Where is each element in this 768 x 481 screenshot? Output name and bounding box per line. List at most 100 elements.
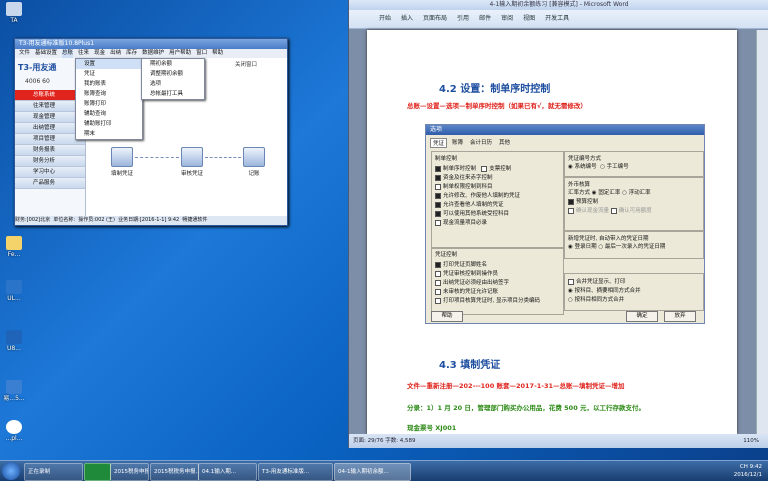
desktop-icon[interactable]: Fe... — [2, 236, 26, 258]
menu-window[interactable]: 窗口 — [196, 49, 207, 58]
checkbox: 允许查看他人填制的凭证 — [435, 200, 560, 208]
tab-voucher: 凭证 — [430, 138, 448, 148]
word-titlebar: 4-1输入期初余额练习 [兼容模式] - Microsoft Word — [349, 0, 768, 10]
section-heading: 4.2 设置：制单序时控制 — [439, 84, 551, 95]
checkbox: 制单权限控制到科目 — [435, 182, 560, 190]
menu-file[interactable]: 文件 — [19, 49, 30, 58]
menu-item-adjust-balance[interactable]: 调整期初余额 — [142, 69, 204, 79]
menu-contacts[interactable]: 往来 — [78, 49, 89, 58]
nav-reports[interactable]: 财务报表 — [15, 145, 85, 156]
taskbar-item[interactable]: 正在录制 — [24, 463, 83, 481]
desktop-icon[interactable]: ...pl... — [2, 420, 26, 442]
ok-button: 确定 — [626, 311, 658, 322]
menu-item-settings[interactable]: 设置 — [76, 59, 142, 69]
menu-item-aux-print[interactable]: 辅助账打印 — [76, 119, 142, 129]
desktop-icon[interactable]: UL... — [2, 280, 26, 302]
menu-item-period-end[interactable]: 期末 — [76, 129, 142, 139]
tab-home[interactable]: 开始 — [379, 10, 391, 28]
zoom-level[interactable]: 110% — [743, 434, 759, 448]
flow-arrow — [135, 157, 179, 158]
menu-maintenance[interactable]: 数据维护 — [142, 49, 164, 58]
tab-calendar: 会计日历 — [470, 140, 493, 146]
tab-ledger: 账簿 — [452, 140, 464, 146]
nav-analysis[interactable]: 财务分析 — [15, 156, 85, 167]
taskbar-item[interactable]: 04.1输入期... — [198, 463, 257, 481]
flow-arrow — [205, 157, 241, 158]
menu-item-my-reports[interactable]: 我的账表 — [76, 79, 142, 89]
document-page[interactable]: 4.2 设置：制单序时控制 总账—设置—选项—制单序时控制（如果已有√，就无需修… — [367, 30, 737, 434]
word-statusbar: 页面: 29/76 字数: 4,589 110% — [349, 434, 768, 448]
post-icon — [243, 147, 265, 167]
checkbox: 打印凭证页脚姓名 — [435, 260, 560, 268]
page-count: 页面: 29/76 字数: 4,589 — [353, 438, 416, 444]
menu-item-options[interactable]: 选项 — [142, 79, 204, 89]
tab-references[interactable]: 引用 — [457, 10, 469, 28]
entry-text: 分录：1）1 月 20 日，管理部门购买办公用品，花费 500 元，以工行存款支… — [407, 404, 645, 412]
t3-titlebar: T3-用友通标准版10.8Plus1 — [15, 39, 287, 49]
menu-inventory[interactable]: 库存 — [126, 49, 137, 58]
menu-cashier[interactable]: 出纳 — [110, 49, 121, 58]
taskbar-item[interactable]: 2015税务申报... — [110, 463, 149, 481]
desktop-icon[interactable]: U8... — [2, 330, 26, 352]
nav-learning[interactable]: 学习中心 — [15, 167, 85, 178]
tab-mailings[interactable]: 邮件 — [479, 10, 491, 28]
desktop-icon[interactable]: TA — [2, 2, 26, 24]
checkbox: 打印项目核算凭证时, 显示项目分类编码 — [435, 296, 560, 304]
system-tray: CH 9:42 2016/12/1 — [734, 463, 762, 479]
review-icon — [181, 147, 203, 167]
tab-developer[interactable]: 开发工具 — [545, 10, 569, 28]
instruction-text: 总账—设置—选项—制单序时控制（如果已有√，就无需修改） — [407, 102, 587, 110]
checkbox: 现金流量项目必录 — [435, 218, 560, 226]
flow-review-voucher[interactable]: 审核凭证 — [181, 147, 203, 177]
menu-item-books[interactable]: 账簿查询 — [76, 89, 142, 99]
checkbox: 出纳凭证必须经由出纳签字 — [435, 278, 560, 286]
checkbox: 制单序时控制 支票控制 — [435, 164, 560, 172]
menu-ledger[interactable]: 总账 — [62, 49, 74, 58]
tab-view[interactable]: 视图 — [523, 10, 535, 28]
help-button: 帮助 — [431, 311, 463, 322]
menu-cash[interactable]: 现金 — [94, 49, 105, 58]
t3-menubar: 文件 基础设置 总账 往来 现金 出纳 库存 数据维护 用户帮助 窗口 帮助 — [15, 49, 287, 58]
group-default-date: 新增凭证时, 自动带入的凭证日期 ◉ 登录日期 ○ 最后一次录入的凭证日期 — [564, 231, 704, 259]
group-merge: 合并凭证显示、打印 ◉ 按科目、摘要相同方式合并 ○ 按科目相同方式合并 — [564, 273, 704, 311]
menu-user-help[interactable]: 用户帮助 — [169, 49, 191, 58]
taskbar-item[interactable]: 2015税税务申报... — [150, 463, 199, 481]
tab-layout[interactable]: 页面布局 — [423, 10, 447, 28]
tab-insert[interactable]: 插入 — [401, 10, 413, 28]
checkbox: 可以使用其他系统受控科目 — [435, 209, 560, 217]
t3-window: T3-用友通标准版10.8Plus1 文件 基础设置 总账 往来 现金 出纳 库… — [14, 38, 288, 226]
tab-other: 其他 — [499, 140, 511, 146]
ledger-menu: 设置 凭证 我的账表 账簿查询 账簿打印 辅助查询 辅助账打印 期末 — [75, 58, 143, 140]
close-window-link[interactable]: 关闭窗口 — [235, 60, 257, 68]
desktop-icon[interactable]: 易...5... — [2, 380, 26, 402]
checkbox: 允许修改、作废他人填制的凭证 — [435, 191, 560, 199]
checkbox: 资金及往来赤字控制 — [435, 173, 560, 181]
taskbar-item[interactable]: T3-用友通标准版... — [258, 463, 333, 481]
start-button[interactable] — [2, 462, 20, 480]
group-numbering: 凭证编号方式 ◉ 系统编号 ○ 手工编号 — [564, 151, 704, 177]
instruction-text: 文件—重新注册—202---100 账套—2017-1-31—总账—填制凭证—增… — [407, 382, 625, 390]
taskbar-item[interactable]: 04-1输入期初余额... — [334, 463, 411, 481]
vertical-scrollbar[interactable] — [756, 30, 768, 434]
menu-item-tool[interactable]: 总帐最打工具 — [142, 89, 204, 99]
checkbox: 未审核的凭证允许记账 — [435, 287, 560, 295]
menu-basic[interactable]: 基础设置 — [35, 49, 57, 58]
tab-review[interactable]: 审阅 — [501, 10, 513, 28]
entry-text: 现金票号 XJ001 — [407, 424, 457, 432]
menu-item-voucher[interactable]: 凭证 — [76, 69, 142, 79]
checkbox: 凭证审核控制到操作员 — [435, 269, 560, 277]
menu-help[interactable]: 帮助 — [212, 49, 223, 58]
flow-fill-voucher[interactable]: 填制凭证 — [111, 147, 133, 177]
clock-date: 2016/12/1 — [733, 472, 762, 478]
options-dialog-image: 选项 凭证 账簿 会计日历 其他 制单控制 制单序时控制 支票控制 资金及往来赤… — [425, 124, 705, 324]
menu-item-opening-balance[interactable]: 期初余额 — [142, 59, 204, 69]
menu-item-print-books[interactable]: 账簿打印 — [76, 99, 142, 109]
settings-submenu: 期初余额 调整期初余额 选项 总帐最打工具 — [141, 58, 205, 100]
nav-service[interactable]: 产品服务 — [15, 178, 85, 189]
flow-post[interactable]: 记账 — [243, 147, 265, 177]
input-language[interactable]: CH — [740, 464, 748, 470]
word-ribbon: 开始 插入 页面布局 引用 邮件 审阅 视图 开发工具 — [349, 10, 768, 29]
menu-item-aux-query[interactable]: 辅助查询 — [76, 109, 142, 119]
word-window: 4-1输入期初余额练习 [兼容模式] - Microsoft Word 开始 插… — [348, 0, 768, 448]
taskbar-item[interactable] — [84, 463, 111, 481]
